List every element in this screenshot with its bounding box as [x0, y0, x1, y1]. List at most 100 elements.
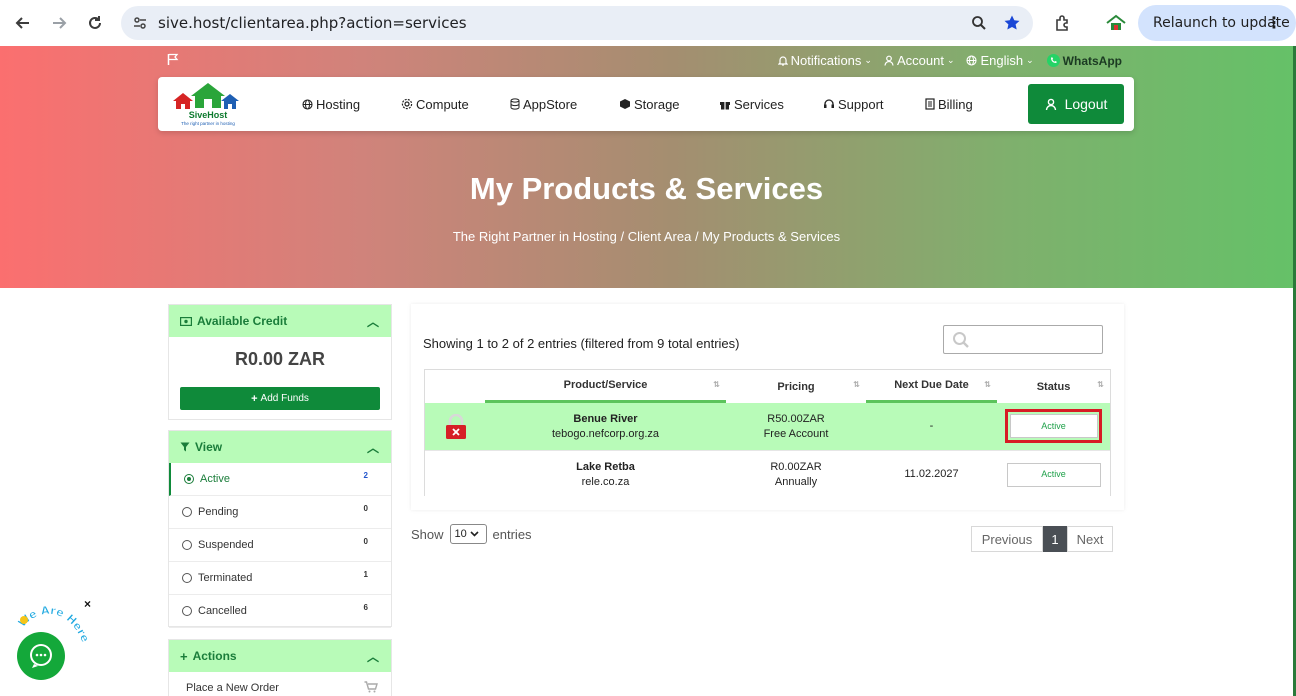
user-icon — [884, 55, 894, 66]
svg-text:SiveHost: SiveHost — [189, 110, 228, 120]
view-filter-label: Cancelled — [198, 605, 247, 617]
services-card: Showing 1 to 2 of 2 entries (filtered fr… — [411, 304, 1124, 510]
sivehost-logo[interactable]: SiveHost The right partner in hosting — [170, 81, 246, 127]
gift-icon — [720, 102, 730, 110]
breadcrumb-item[interactable]: Client Area — [628, 229, 692, 244]
money-icon — [180, 316, 192, 326]
extensions-icon[interactable] — [1051, 11, 1075, 35]
chevron-up-icon[interactable]: ︿ — [367, 439, 379, 456]
view-filter-terminated[interactable]: Terminated 1 — [169, 562, 391, 595]
next-page-button[interactable]: Next — [1067, 526, 1113, 552]
logout-button[interactable]: Logout — [1028, 84, 1124, 124]
column-header-pricing[interactable]: Pricing ⇅ — [726, 370, 866, 403]
column-header-status[interactable]: Status ⇅ — [997, 370, 1110, 403]
address-bar[interactable]: sive.host/clientarea.php?action=services — [121, 6, 1033, 40]
sort-icon: ⇅ — [713, 380, 720, 389]
pricing-cell: R50.00ZAR Free Account — [726, 403, 866, 450]
view-filter-count: 6 — [363, 603, 368, 612]
relaunch-button[interactable]: Relaunch to update ⋮ — [1138, 5, 1296, 41]
view-filter-cancelled[interactable]: Cancelled 6 — [169, 595, 391, 628]
previous-page-button[interactable]: Previous — [971, 526, 1043, 552]
zoom-icon[interactable] — [969, 13, 989, 33]
chevron-up-icon[interactable]: ︿ — [367, 648, 379, 665]
chevron-down-icon: ⌄ — [946, 55, 955, 65]
forward-icon[interactable] — [47, 11, 71, 35]
nav-label: Services — [734, 96, 784, 112]
actions-title: Actions — [192, 649, 237, 663]
view-panel-header[interactable]: View ︿ — [169, 431, 391, 463]
status-badge[interactable]: Active — [1006, 462, 1101, 487]
add-funds-label: Add Funds — [260, 393, 309, 404]
page-size-value: 10 — [454, 528, 467, 540]
due-date-cell: 11.02.2027 — [904, 468, 959, 480]
main-navbar: SiveHost The right partner in hosting Ho… — [158, 77, 1134, 131]
chevron-down-icon: ⌄ — [1026, 55, 1034, 65]
table-row[interactable]: Benue River tebogo.nefcorp.org.za R50.00… — [425, 403, 1110, 450]
action-place-order[interactable]: Place a New Order — [169, 672, 391, 696]
radio-icon — [182, 606, 192, 616]
view-title: View — [195, 440, 223, 454]
status-badge[interactable]: Active — [1009, 414, 1098, 438]
topbar-links: Notifications ⌄ Account ⌄ English ⌄ What… — [777, 53, 1122, 68]
profile-avatar[interactable] — [1104, 11, 1128, 35]
back-icon[interactable] — [11, 11, 35, 35]
services-table: Product/Service ⇅ Pricing ⇅ Next Due Dat… — [424, 369, 1111, 497]
column-header-icon — [425, 370, 485, 403]
breadcrumb-item[interactable]: The Right Partner in Hosting — [453, 229, 617, 244]
notifications-menu[interactable]: Notifications ⌄ — [777, 53, 872, 68]
add-funds-button[interactable]: + Add Funds — [180, 387, 380, 410]
search-icon — [953, 332, 969, 348]
table-search-input[interactable] — [943, 325, 1103, 354]
menu-dots-icon[interactable]: ⋮ — [1266, 13, 1282, 32]
view-filter-active[interactable]: Active 2 — [169, 463, 391, 496]
due-date-cell: - — [929, 420, 934, 432]
nav-item-services[interactable]: Services — [719, 97, 784, 112]
page-size-select[interactable]: 10 — [449, 524, 487, 544]
view-filter-count: 2 — [363, 471, 368, 480]
chevron-down-icon: ⌄ — [864, 55, 872, 65]
logout-label: Logout — [1064, 96, 1108, 112]
nav-label: Storage — [634, 96, 680, 112]
globe-icon — [966, 55, 978, 66]
column-header-due-date[interactable]: Next Due Date ⇅ — [866, 370, 997, 403]
nav-label: Support — [838, 96, 884, 112]
bookmark-star-icon[interactable] — [1002, 13, 1022, 33]
url-text[interactable]: sive.host/clientarea.php?action=services — [158, 14, 467, 32]
bell-icon — [777, 56, 788, 66]
view-filter-suspended[interactable]: Suspended 0 — [169, 529, 391, 562]
nav-item-support[interactable]: Support — [823, 97, 884, 112]
credit-panel-header[interactable]: Available Credit ︿ — [169, 305, 391, 337]
invoice-icon — [925, 98, 935, 110]
radio-icon — [182, 507, 192, 517]
radio-icon — [182, 573, 192, 583]
nav-item-billing[interactable]: Billing — [925, 97, 973, 112]
whatsapp-label: WhatsApp — [1062, 53, 1122, 68]
lock-icon — [444, 413, 468, 440]
page-1-button[interactable]: 1 — [1043, 526, 1067, 552]
nav-item-storage[interactable]: Storage — [619, 97, 680, 112]
table-row[interactable]: Lake Retba rele.co.za R0.00ZAR Annually … — [425, 450, 1110, 497]
language-menu[interactable]: English ⌄ — [966, 53, 1034, 68]
view-panel: View ︿ Active 2 Pending 0 Suspended 0 Te… — [168, 430, 392, 628]
site-settings-icon[interactable] — [130, 13, 150, 33]
whatsapp-link[interactable]: WhatsApp — [1046, 53, 1122, 68]
chevron-up-icon[interactable]: ︿ — [367, 313, 379, 330]
actions-panel-header[interactable]: + Actions ︿ — [169, 640, 391, 672]
show-label: Show — [411, 526, 444, 542]
nav-item-compute[interactable]: Compute — [401, 97, 469, 112]
view-filter-label: Suspended — [198, 539, 254, 551]
chat-launcher-button[interactable] — [17, 632, 65, 680]
chat-close-icon[interactable]: × — [84, 597, 91, 611]
flag-icon[interactable] — [167, 53, 179, 71]
column-header-product[interactable]: Product/Service ⇅ — [485, 370, 726, 403]
status-cell: Active — [997, 451, 1110, 498]
nav-label: Hosting — [316, 96, 361, 112]
reload-icon[interactable] — [83, 11, 107, 35]
pagination: Previous 1 Next — [971, 526, 1113, 552]
account-menu[interactable]: Account ⌄ — [884, 53, 955, 68]
nav-item-appstore[interactable]: AppStore — [510, 97, 577, 112]
nav-item-hosting[interactable]: Hosting — [302, 97, 360, 112]
page-size-control: Show 10 entries — [411, 524, 532, 544]
view-filter-pending[interactable]: Pending 0 — [169, 496, 391, 529]
credit-title: Available Credit — [197, 314, 288, 328]
